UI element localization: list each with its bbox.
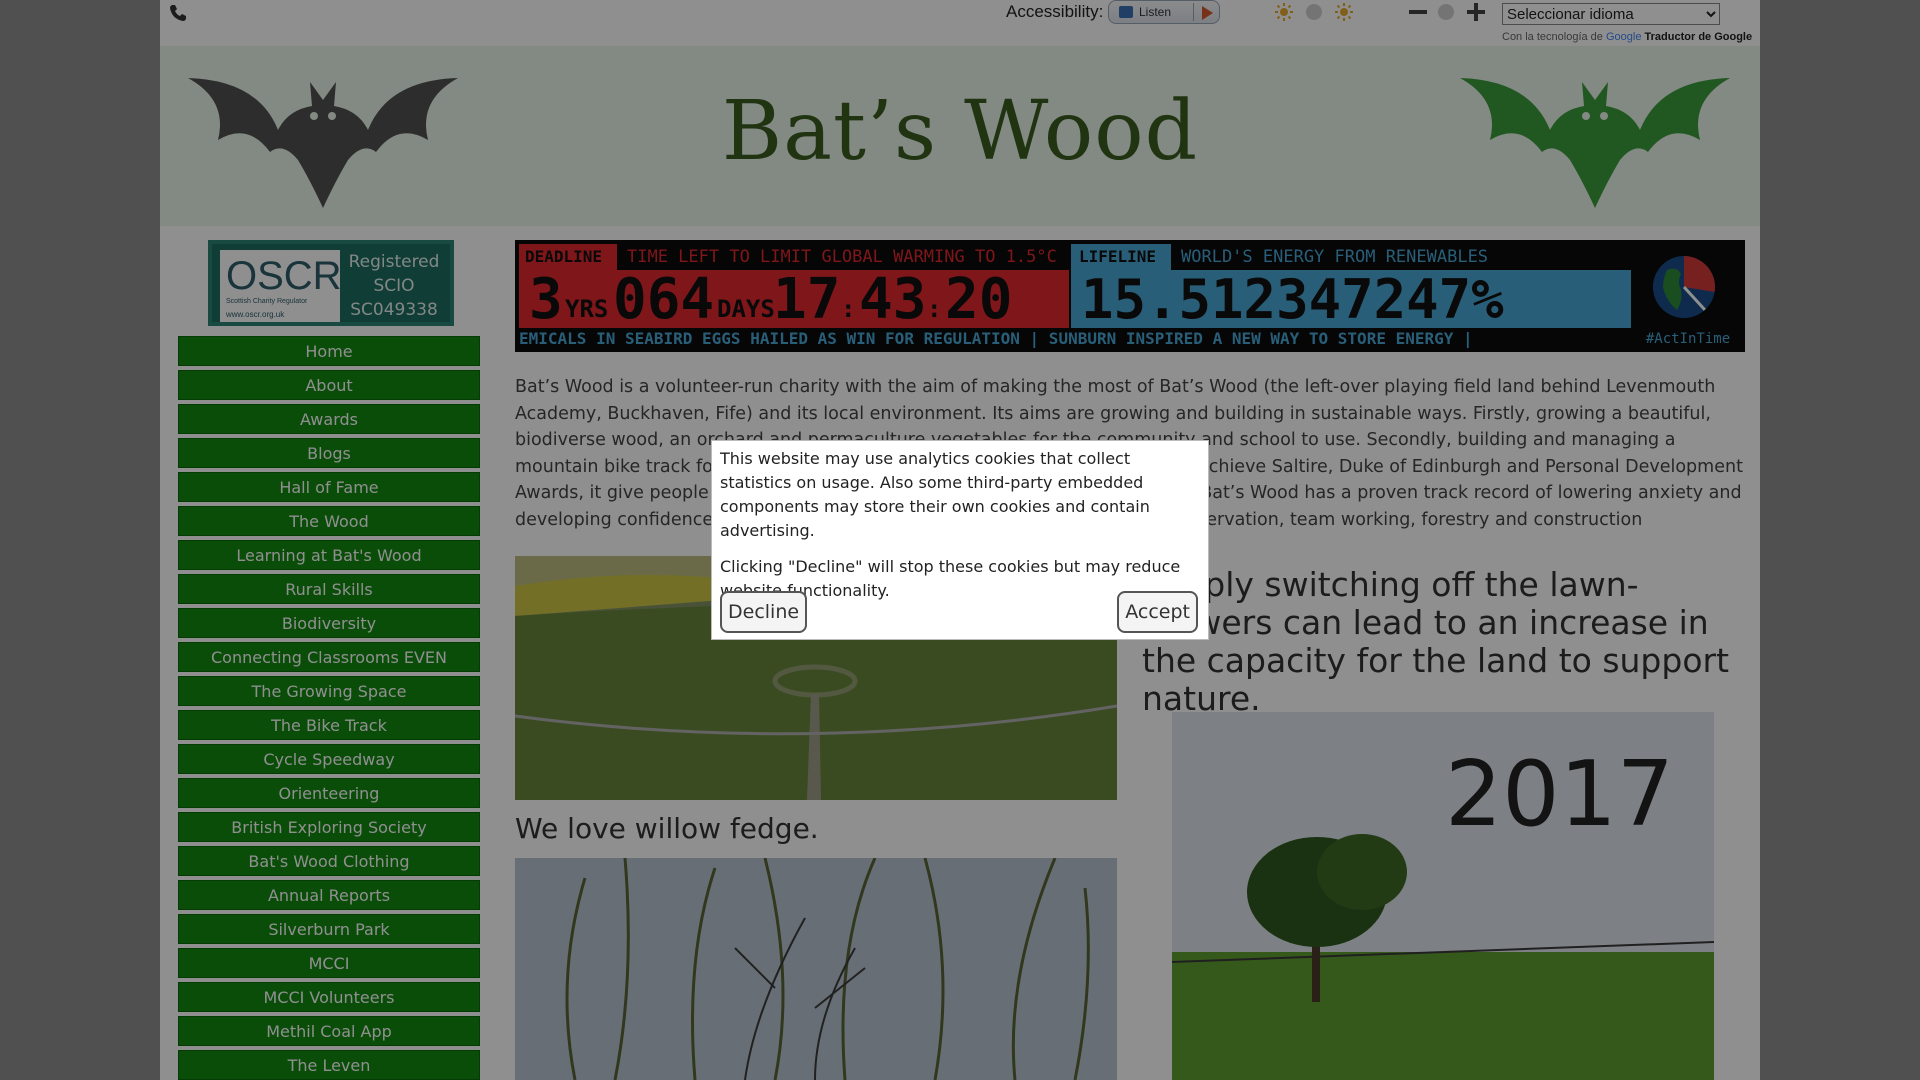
accept-button[interactable]: Accept xyxy=(1117,591,1198,633)
cookie-consent-dialog: This website may use analytics cookies t… xyxy=(711,440,1209,640)
cookie-text-analytics: This website may use analytics cookies t… xyxy=(720,449,1150,540)
decline-button[interactable]: Decline xyxy=(720,591,808,633)
